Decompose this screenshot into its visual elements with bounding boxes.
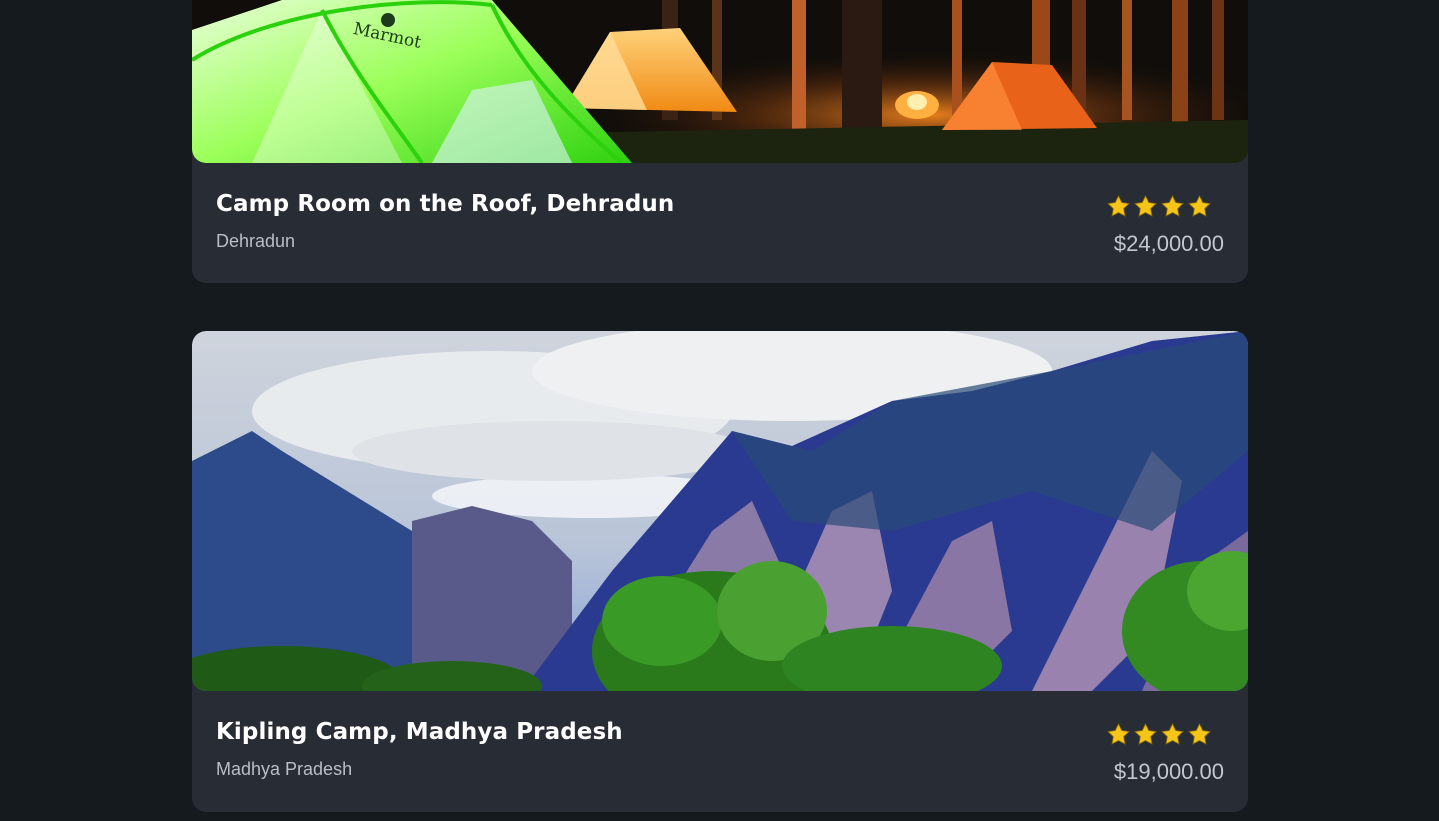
listing-card[interactable]: Marmot Camp Room on the Roof, Dehradun D… <box>192 0 1248 283</box>
star-icon <box>1107 722 1130 745</box>
listing-card[interactable]: Kipling Camp, Madhya Pradesh Madhya Prad… <box>192 331 1248 812</box>
star-icon <box>1188 722 1211 745</box>
listing-info: Camp Room on the Roof, Dehradun Dehradun… <box>192 163 1248 283</box>
listing-image-camp[interactable]: Marmot <box>192 0 1248 163</box>
listing-title[interactable]: Camp Room on the Roof, Dehradun <box>216 191 674 217</box>
star-icon <box>1188 194 1211 217</box>
mountain-landscape-photo <box>192 331 1248 691</box>
listing-location: Madhya Pradesh <box>216 759 353 779</box>
star-icon <box>1161 194 1184 217</box>
listing-title[interactable]: Kipling Camp, Madhya Pradesh <box>216 719 623 745</box>
listing-price: $24,000.00 <box>1113 231 1224 256</box>
listing-info: Kipling Camp, Madhya Pradesh Madhya Prad… <box>192 691 1248 811</box>
listing-location: Dehradun <box>216 231 296 251</box>
star-rating <box>1106 722 1212 747</box>
star-icon <box>1161 722 1184 745</box>
star-rating <box>1106 194 1212 219</box>
listing-image-mountains[interactable] <box>192 331 1248 691</box>
camping-night-photo: Marmot <box>192 0 1248 163</box>
star-icon <box>1107 194 1130 217</box>
star-icon <box>1134 722 1157 745</box>
listings-page: Marmot Camp Room on the Roof, Dehradun D… <box>0 0 1439 821</box>
star-icon <box>1134 194 1157 217</box>
listing-price: $19,000.00 <box>1113 759 1224 784</box>
